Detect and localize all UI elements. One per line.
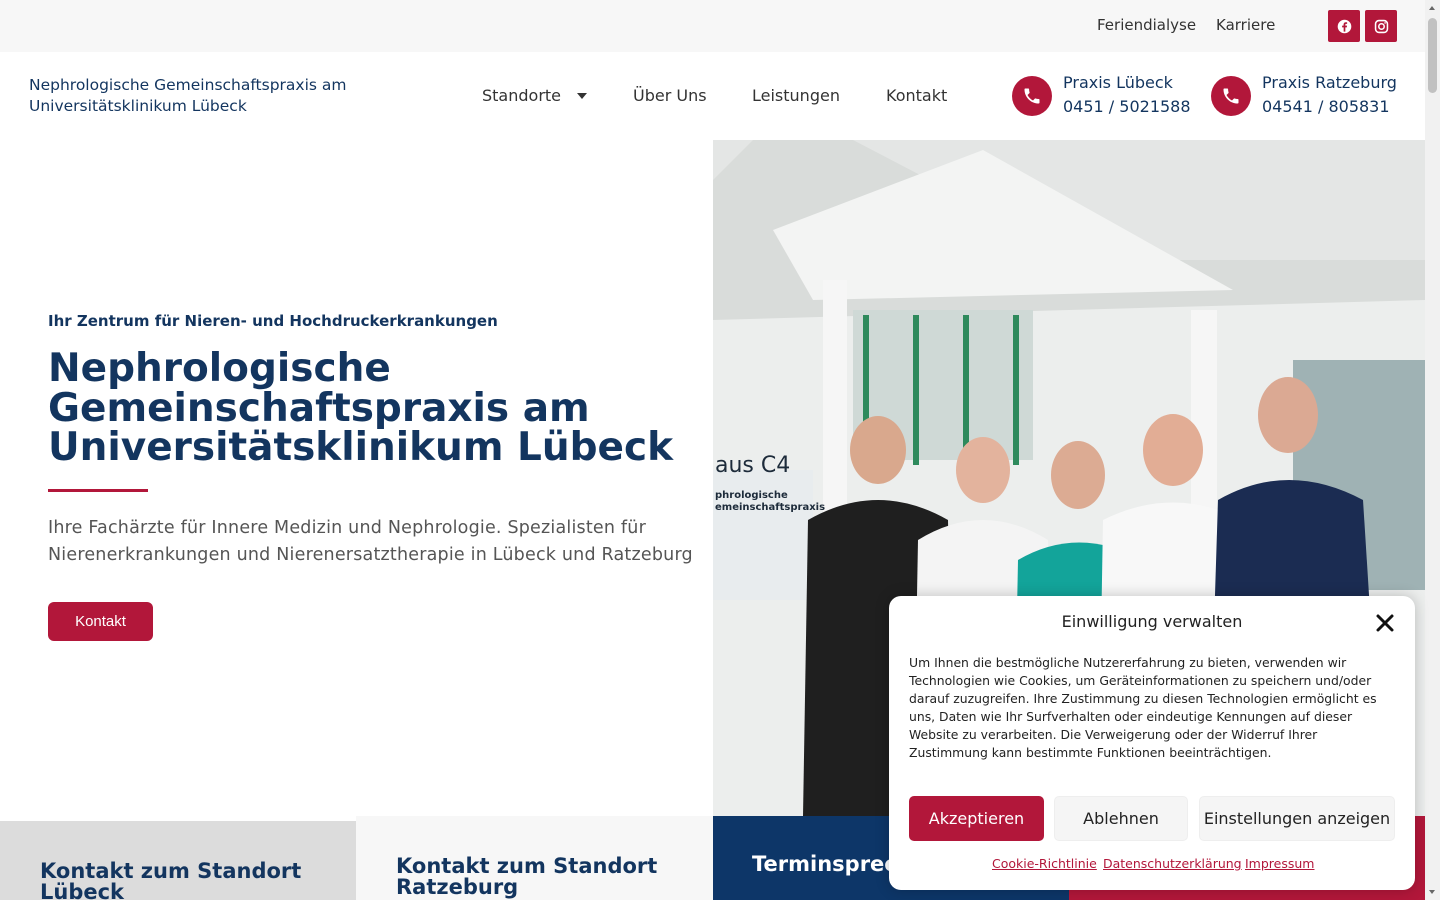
hero-description: Ihre Fachärzte für Innere Medizin und Ne…	[48, 518, 693, 565]
nav-standorte[interactable]: Standorte	[482, 86, 588, 105]
chevron-down-icon	[577, 93, 588, 99]
photo-sign-line2: emeinschaftspraxis	[715, 502, 825, 513]
facebook-icon[interactable]	[1328, 10, 1360, 42]
page-scrollbar[interactable]	[1425, 0, 1440, 900]
consent-link-imprint[interactable]: Impressum	[1245, 856, 1314, 871]
phone-ratzeburg-number[interactable]: 04541 / 805831	[1262, 97, 1390, 116]
scroll-down-icon[interactable]	[1429, 890, 1435, 894]
consent-link-cookie-policy[interactable]: Cookie-Richtlinie	[992, 856, 1097, 871]
nav-standorte-label: Standorte	[482, 86, 562, 105]
topbar-link-karriere[interactable]: Karriere	[1216, 16, 1275, 34]
phone-ratzeburg-title: Praxis Ratzeburg	[1262, 73, 1397, 92]
cookie-consent-dialog: Einwilligung verwalten Um Ihnen die best…	[889, 596, 1415, 890]
main-header: Nephrologische Gemeinschaftspraxis am Un…	[0, 52, 1425, 140]
scroll-thumb[interactable]	[1428, 18, 1437, 93]
consent-settings-button[interactable]: Einstellungen anzeigen	[1199, 796, 1395, 841]
photo-sign-house: aus C4	[715, 453, 790, 478]
nav-leistungen[interactable]: Leistungen	[752, 86, 840, 105]
instagram-icon[interactable]	[1365, 10, 1397, 42]
phone-luebeck-number[interactable]: 0451 / 5021588	[1063, 97, 1191, 116]
site-logo-text[interactable]: Nephrologische Gemeinschaftspraxis am Un…	[29, 75, 409, 117]
nav-ueber-uns[interactable]: Über Uns	[633, 86, 707, 105]
photo-sign-line1: phrologische	[715, 490, 788, 501]
phone-icon[interactable]	[1211, 76, 1251, 116]
topbar-link-feriendialyse[interactable]: Feriendialyse	[1097, 16, 1196, 34]
consent-accept-button[interactable]: Akzeptieren	[909, 796, 1044, 841]
consent-title: Einwilligung verwalten	[1061, 612, 1243, 631]
consent-deny-button[interactable]: Ablehnen	[1054, 796, 1188, 841]
hero-kontakt-button[interactable]: Kontakt	[48, 602, 153, 641]
hero-divider	[48, 489, 148, 492]
close-icon[interactable]	[1375, 613, 1395, 633]
consent-link-privacy[interactable]: Datenschutzerklärung	[1103, 856, 1242, 871]
card-luebeck-title: Kontakt zum Standort Lübeck	[40, 859, 302, 900]
hero-title: Nephrologische Gemeinschaftspraxis am Un…	[48, 346, 674, 470]
phone-icon[interactable]	[1012, 76, 1052, 116]
card-luebeck[interactable]: Kontakt zum Standort Lübeck	[0, 821, 356, 900]
consent-text: Um Ihnen die bestmögliche Nutzererfahrun…	[909, 655, 1377, 760]
card-ratzeburg-title: Kontakt zum Standort Ratzeburg	[396, 854, 658, 899]
top-bar: Feriendialyse Karriere	[0, 0, 1425, 52]
scroll-up-icon[interactable]	[1429, 6, 1435, 10]
nav-kontakt[interactable]: Kontakt	[886, 86, 947, 105]
card-ratzeburg[interactable]: Kontakt zum Standort Ratzeburg	[356, 816, 713, 900]
phone-luebeck-title: Praxis Lübeck	[1063, 73, 1173, 92]
hero-subtitle: Ihr Zentrum für Nieren- und Hochdruckerk…	[48, 312, 498, 330]
